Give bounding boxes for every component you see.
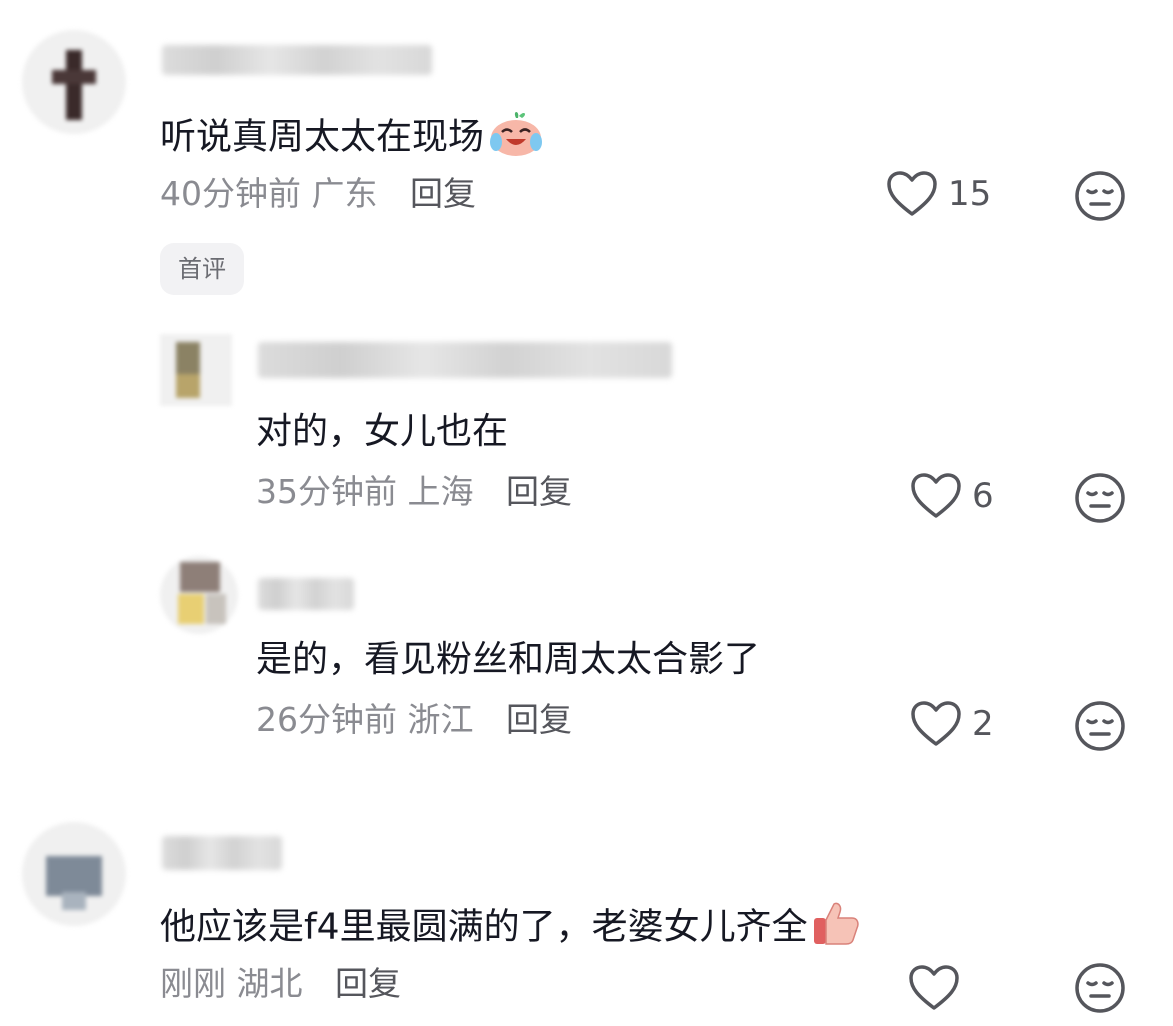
avatar[interactable] — [160, 334, 232, 406]
comment-region: 湖北 — [236, 964, 303, 1003]
comment-text: 对的，女儿也在 — [256, 410, 508, 454]
dislike-button[interactable] — [1074, 700, 1126, 756]
comment-region: 浙江 — [407, 700, 474, 739]
avatar[interactable] — [22, 822, 126, 926]
reply-button[interactable]: 回复 — [506, 700, 572, 739]
comment-text: 是的，看见粉丝和周太太合影了 — [256, 638, 760, 682]
like-count: 2 — [972, 704, 994, 744]
comment-time: 刚刚 — [160, 964, 226, 1003]
avatar[interactable] — [160, 556, 238, 634]
like-button[interactable]: 15 — [886, 170, 991, 218]
meh-face-icon — [1075, 473, 1125, 523]
like-button[interactable]: 2 — [910, 700, 994, 748]
comment-text: 他应该是f4里最圆满的了，老婆女儿齐全 — [160, 900, 860, 957]
comment-time: 26分钟前 — [256, 700, 397, 739]
dislike-button[interactable] — [1074, 170, 1126, 226]
meh-face-icon — [1075, 963, 1125, 1013]
comment-text-content: 他应该是f4里最圆满的了，老婆女儿齐全 — [160, 906, 808, 948]
crying-laughing-peach-emoji — [488, 108, 544, 169]
comment-item: 他应该是f4里最圆满的了，老婆女儿齐全 刚刚 湖北 回复 — [0, 812, 1173, 1026]
reply-item: 对的，女儿也在 35分钟前 上海 回复 6 — [0, 320, 1173, 530]
like-count: 15 — [948, 174, 992, 214]
like-button[interactable]: 6 — [910, 472, 994, 520]
comment-text-content: 对的，女儿也在 — [256, 411, 509, 452]
meh-face-icon — [1075, 171, 1125, 221]
avatar[interactable] — [22, 30, 126, 134]
comment-item: 听说真周太太在现场 40分钟前 广东 回复 15 首评 — [0, 0, 1173, 310]
heart-icon — [911, 473, 961, 518]
comment-text-content: 是的，看见粉丝和周太太合影了 — [256, 639, 761, 680]
username[interactable] — [162, 836, 282, 870]
heart-icon — [887, 171, 937, 216]
heart-icon — [909, 965, 959, 1010]
like-count: 6 — [972, 476, 994, 516]
comment-meta: 40分钟前 广东 回复 — [160, 174, 476, 214]
comment-meta: 35分钟前 上海 回复 — [256, 472, 572, 512]
reply-button[interactable]: 回复 — [410, 174, 476, 213]
reply-item: 是的，看见粉丝和周太太合影了 26分钟前 浙江 回复 2 — [0, 548, 1173, 758]
comment-meta: 26分钟前 浙江 回复 — [256, 700, 572, 740]
comment-region: 上海 — [407, 472, 474, 511]
username[interactable] — [258, 342, 672, 378]
like-button[interactable] — [908, 964, 970, 1012]
meh-face-icon — [1075, 701, 1125, 751]
reply-button[interactable]: 回复 — [506, 472, 572, 511]
thumbs-up-emoji — [812, 900, 860, 957]
heart-icon — [911, 701, 961, 746]
comment-meta: 刚刚 湖北 回复 — [160, 964, 401, 1004]
comment-time: 40分钟前 — [160, 174, 301, 213]
dislike-button[interactable] — [1074, 472, 1126, 528]
reply-button[interactable]: 回复 — [335, 964, 401, 1003]
comment-region: 广东 — [311, 174, 378, 213]
first-comment-badge: 首评 — [160, 243, 244, 295]
username[interactable] — [162, 45, 432, 75]
comment-time: 35分钟前 — [256, 472, 397, 511]
username[interactable] — [258, 578, 354, 610]
comment-text-content: 听说真周太太在现场 — [160, 116, 485, 158]
comment-text: 听说真周太太在现场 — [160, 108, 544, 169]
dislike-button[interactable] — [1074, 962, 1126, 1018]
comment-list: 听说真周太太在现场 40分钟前 广东 回复 15 首评 对的，女儿也在 35分钟… — [0, 0, 1173, 1026]
